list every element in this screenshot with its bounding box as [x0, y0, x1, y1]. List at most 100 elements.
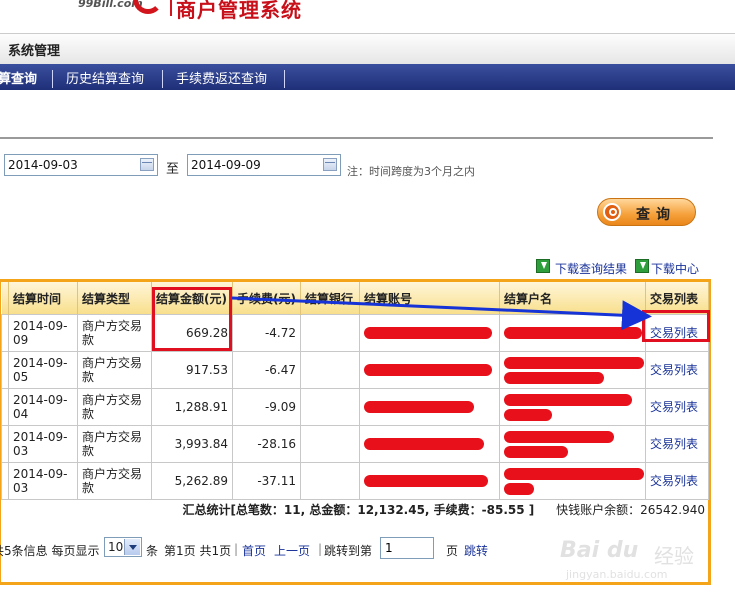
cell-amount: 917.53 — [151, 351, 233, 389]
cell-transaction-list: 交易列表 — [645, 388, 709, 426]
search-icon — [603, 203, 621, 221]
cell-name-redacted — [499, 425, 646, 463]
query-button[interactable]: 查询 — [597, 198, 696, 226]
table-row: 2014-09-03 商户方交易款 3,993.84 -28.16 交易列表 — [1, 425, 709, 463]
cell-account-redacted — [359, 351, 500, 389]
calendar-icon[interactable] — [140, 158, 154, 171]
cell-date: 2014-09-03 — [8, 462, 78, 500]
section-title: 系统管理 — [8, 44, 61, 59]
first-page-link[interactable]: 首页 — [242, 542, 266, 559]
cell-date: 2014-09-04 — [8, 388, 78, 426]
annotation-box-amount — [152, 287, 232, 351]
cell-amount: 1,288.91 — [151, 388, 233, 426]
cell-type: 商户方交易款 — [77, 462, 152, 500]
cell-date: 2014-09-03 — [8, 425, 78, 463]
cell-bank — [300, 314, 360, 352]
summary-stats: 汇总统计[总笔数：11, 总金额：12,132.45, 手续费：-85.55 ] — [182, 503, 535, 517]
pager-separator: | — [318, 542, 323, 556]
column-header: 结算时间 — [8, 282, 78, 315]
jump-link[interactable]: 跳转 — [464, 542, 488, 559]
row-spacer — [1, 462, 9, 500]
cell-bank — [300, 462, 360, 500]
cell-amount: 5,262.89 — [151, 462, 233, 500]
jump-label: 跳转到第 — [324, 544, 373, 558]
calendar-icon[interactable] — [323, 158, 337, 171]
record-count: 共5条信息 每页显示 — [0, 544, 100, 558]
cell-fee: -28.16 — [232, 425, 301, 463]
cell-name-redacted — [499, 462, 646, 500]
start-date-field[interactable]: 2014-09-03 — [4, 154, 158, 176]
cell-account-redacted — [359, 388, 500, 426]
settlement-table: 结算时间 结算类型 结算金额(元) 手续费(元) 结算银行 结算账号 结算户名 … — [1, 282, 709, 500]
page-info: 第1页 共1页 — [164, 544, 232, 558]
cell-date: 2014-09-05 — [8, 351, 78, 389]
logo-divider — [170, 0, 172, 16]
download-center-link[interactable]: 下载中心 — [651, 260, 699, 277]
watermark-brand: Bai du — [560, 538, 639, 563]
column-header: 结算类型 — [77, 282, 152, 315]
jump-page-input[interactable] — [380, 537, 434, 559]
tab-settlement-query[interactable]: 算查询 — [0, 68, 37, 87]
start-date-value: 2014-09-03 — [8, 158, 78, 172]
tab-history-settlement[interactable]: 历史结算查询 — [66, 68, 144, 87]
download-icon[interactable] — [536, 259, 550, 273]
cell-bank — [300, 351, 360, 389]
cell-type: 商户方交易款 — [77, 388, 152, 426]
transaction-list-link[interactable]: 交易列表 — [650, 363, 698, 377]
transaction-list-link[interactable]: 交易列表 — [650, 474, 698, 488]
cell-name-redacted — [499, 388, 646, 426]
app-title: 商户管理系统 — [176, 0, 302, 22]
column-header: 结算户名 — [499, 282, 646, 315]
cell-bank — [300, 425, 360, 463]
header-bar — [0, 33, 735, 65]
tab-fee-refund[interactable]: 手续费返还查询 — [176, 68, 267, 87]
cell-bank — [300, 388, 360, 426]
cell-name-redacted — [499, 314, 646, 352]
cell-amount: 3,993.84 — [151, 425, 233, 463]
date-range-hint: 注：时间跨度为3个月之内 — [347, 165, 475, 178]
table-header-row: 结算时间 结算类型 结算金额(元) 手续费(元) 结算银行 结算账号 结算户名 … — [1, 282, 709, 315]
row-spacer — [1, 388, 9, 426]
pager-separator: | — [234, 542, 239, 556]
chevron-down-icon[interactable] — [124, 539, 140, 555]
cell-account-redacted — [359, 425, 500, 463]
nav-separator — [284, 70, 285, 88]
page-size-select[interactable]: 10 — [104, 537, 142, 557]
nav-separator — [162, 70, 163, 88]
download-icon[interactable] — [635, 259, 649, 273]
table-row: 2014-09-03 商户方交易款 5,262.89 -37.11 交易列表 — [1, 462, 709, 500]
row-spacer — [1, 425, 9, 463]
transaction-list-link[interactable]: 交易列表 — [650, 437, 698, 451]
to-label: 至 — [166, 162, 180, 177]
column-header: 结算银行 — [300, 282, 360, 315]
end-date-value: 2014-09-09 — [191, 158, 261, 172]
watermark-url: jingyan.baidu.com — [566, 568, 668, 581]
page-size-unit: 条 — [146, 544, 159, 558]
cell-transaction-list: 交易列表 — [645, 351, 709, 389]
end-date-field[interactable]: 2014-09-09 — [187, 154, 341, 176]
cell-fee: -4.72 — [232, 314, 301, 352]
summary-bar: 汇总统计[总笔数：11, 总金额：12,132.45, 手续费：-85.55 ]… — [0, 501, 705, 518]
page-size-value: 10 — [108, 540, 124, 554]
prev-page-link[interactable]: 上一页 — [274, 542, 310, 559]
table-row: 2014-09-05 商户方交易款 917.53 -6.47 交易列表 — [1, 351, 709, 389]
transaction-list-link[interactable]: 交易列表 — [650, 400, 698, 414]
download-query-result-link[interactable]: 下载查询结果 — [555, 260, 627, 277]
cell-fee: -37.11 — [232, 462, 301, 500]
nav-separator — [52, 70, 53, 88]
cell-account-redacted — [359, 314, 500, 352]
query-button-label: 查询 — [636, 207, 676, 223]
cell-account-redacted — [359, 462, 500, 500]
cell-fee: -9.09 — [232, 388, 301, 426]
column-header: 结算账号 — [359, 282, 500, 315]
column-header-blank — [1, 282, 9, 315]
cell-type: 商户方交易款 — [77, 351, 152, 389]
account-balance: 快钱账户余额：26542.940 — [556, 503, 705, 517]
cell-date: 2014-09-09 — [8, 314, 78, 352]
cell-type: 商户方交易款 — [77, 425, 152, 463]
watermark: Bai du 经验 jingyan.baidu.com — [560, 538, 730, 588]
page-unit: 页 — [446, 544, 459, 558]
row-spacer — [1, 351, 9, 389]
table-row: 2014-09-09 商户方交易款 669.28 -4.72 交易列表 — [1, 314, 709, 352]
cell-transaction-list: 交易列表 — [645, 462, 709, 500]
